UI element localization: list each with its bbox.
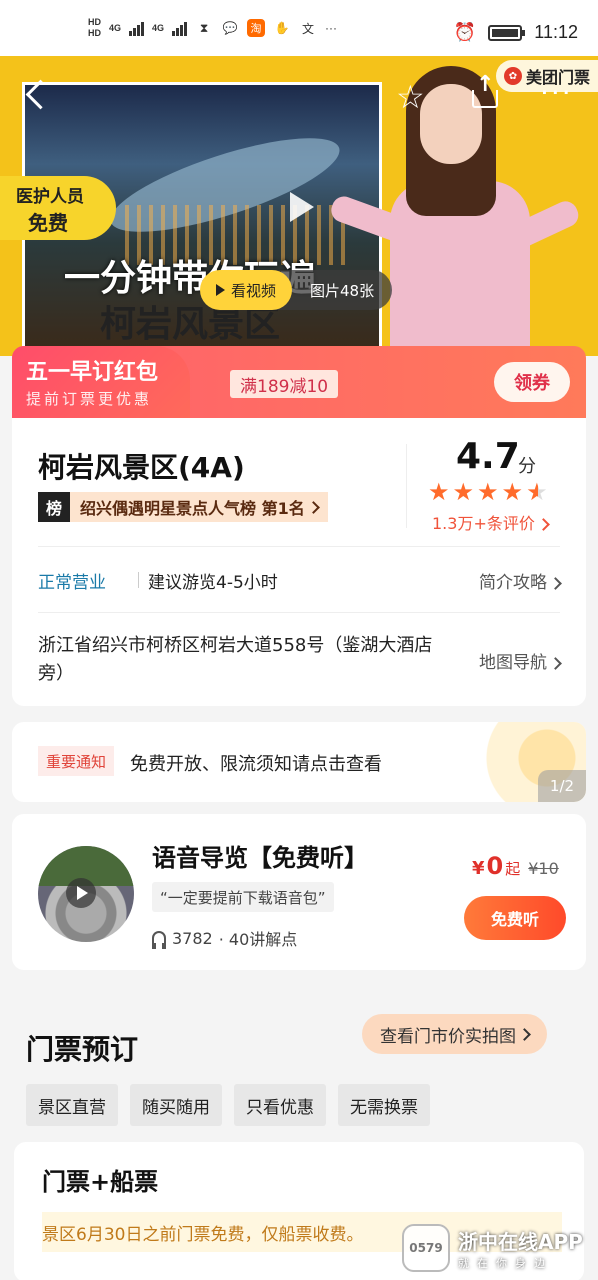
chat-icon: 💬 xyxy=(222,21,238,35)
back-button[interactable] xyxy=(22,78,52,108)
ranking-tag[interactable]: 榜 绍兴偶遇明星景点人气榜 第1名 xyxy=(38,492,328,522)
play-icon[interactable] xyxy=(290,192,314,222)
notice-text: 免费开放、限流须知请点击查看 xyxy=(130,754,382,775)
share-icon[interactable] xyxy=(470,72,500,108)
tickets-title: 门票预订 xyxy=(26,1033,139,1066)
favorite-star-icon[interactable]: ☆ xyxy=(396,78,425,116)
promo-title-block: 五一早订红包 提前订票更优惠 xyxy=(12,346,190,420)
watch-video-button[interactable]: 看视频 xyxy=(200,270,293,310)
audio-guide-stats: 3782 · 40讲解点 xyxy=(152,926,297,950)
chevron-right-icon xyxy=(306,500,320,514)
star-icon: ★ xyxy=(477,478,499,506)
claim-coupon-button[interactable]: 领券 xyxy=(494,362,570,402)
watermark: 0579 浙中在线APP 就在你身边 xyxy=(402,1216,598,1280)
audio-guide-title: 语音导览【免费听】 xyxy=(152,844,368,872)
network-4g-label: 4G xyxy=(109,23,122,33)
alarm-icon: ⏰ xyxy=(453,22,477,42)
coupon-badge: 满189减10 xyxy=(230,370,339,398)
clock: 11:12 xyxy=(534,22,578,42)
filter-chip[interactable]: 无需换票 xyxy=(338,1084,430,1126)
rating-score: 4.7 xyxy=(456,436,520,477)
chevron-right-icon xyxy=(518,1027,531,1041)
audio-guide-card[interactable]: 语音导览【免费听】 “一定要提前下载语音包” 3782 · 40讲解点 ¥ 0 … xyxy=(12,814,586,970)
spot-info-card: 柯岩风景区(4A) 榜 绍兴偶遇明星景点人气榜 第1名 4.7 分 ★ ★ ★ ★ ★ … xyxy=(12,418,586,706)
media-switcher: 看视频 图片48张 xyxy=(200,270,393,310)
notice-tag: 重要通知 xyxy=(38,746,115,776)
combo-title: 门票+船票 xyxy=(42,1168,159,1196)
headphones-icon xyxy=(152,931,166,949)
star-icon: ★ xyxy=(428,478,450,506)
more-notifications-icon: ··· xyxy=(325,21,338,35)
notice-page-indicator: 1/2 xyxy=(538,770,586,802)
hourglass-icon: ⧗ xyxy=(199,20,209,35)
battery-icon xyxy=(488,24,526,41)
play-icon[interactable] xyxy=(66,878,96,908)
hand-icon: ✋ xyxy=(274,21,290,35)
signal-icon xyxy=(129,20,145,36)
taobao-icon: 淘 xyxy=(247,19,266,37)
signal-icon-2 xyxy=(172,20,188,36)
rating-unit: 分 xyxy=(518,456,536,477)
address: 浙江省绍兴市柯桥区柯岩大道558号（鉴湖大酒店旁） xyxy=(38,635,433,684)
translate-icon: 文 xyxy=(302,21,315,36)
chevron-right-icon xyxy=(549,577,562,590)
network-4g-label-2: 4G xyxy=(152,23,165,33)
hero-banner[interactable]: 一分钟带你玩遍 柯岩风景区 ✿ 美团门票 ☆ ··· 医护人员 免费 看视频 图… xyxy=(0,56,598,356)
visit-duration: 建议游览4-5小时 xyxy=(148,573,278,593)
star-icon: ★ xyxy=(501,478,524,506)
map-navigation-link[interactable]: 地图导航 xyxy=(479,648,562,673)
price-photo-button[interactable]: 查看门市价实拍图 xyxy=(362,1014,547,1054)
promo-banner[interactable]: 五一早订红包 提前订票更优惠 满189减10 领券 xyxy=(12,346,586,420)
chevron-right-icon xyxy=(549,657,562,670)
filter-chip[interactable]: 景区直营 xyxy=(26,1084,118,1126)
play-triangle-icon xyxy=(216,284,225,296)
medic-free-badge: 医护人员 免费 xyxy=(0,176,116,240)
status-right: ⏰ 11:12 xyxy=(454,22,578,43)
audio-guide-price: ¥ 0 起 ¥10 xyxy=(472,852,559,880)
hd-indicator: HD HD xyxy=(88,17,101,38)
watermark-logo: 0579 xyxy=(402,1224,450,1272)
rating-stars: ★ ★ ★ ★ ★ xyxy=(428,480,548,504)
reviews-link[interactable]: 1.3万+条评价 xyxy=(432,510,550,534)
intro-guide-link[interactable]: 简介攻略 xyxy=(479,568,562,593)
chevron-right-icon xyxy=(536,518,550,531)
notice-card[interactable]: 重要通知 免费开放、限流须知请点击查看 1/2 xyxy=(12,722,586,802)
meituan-logo-icon: ✿ xyxy=(503,67,522,85)
audio-guide-quote: “一定要提前下载语音包” xyxy=(152,882,334,912)
filter-chip[interactable]: 只看优惠 xyxy=(234,1084,326,1126)
spot-name: 柯岩风景区(4A) xyxy=(38,451,245,484)
status-left: HD HD 4G 4G ⧗ 💬 淘 ✋ 文 ··· xyxy=(88,17,337,39)
ticket-filters: 景区直营 随买随用 只看优惠 无需换票 xyxy=(26,1084,430,1126)
free-listen-button[interactable]: 免费听 xyxy=(464,896,566,940)
open-status: 正常营业 xyxy=(38,573,106,593)
filter-chip[interactable]: 随买随用 xyxy=(130,1084,222,1126)
more-options-icon[interactable]: ··· xyxy=(540,76,573,109)
half-star-icon: ★ xyxy=(526,478,548,506)
star-icon: ★ xyxy=(452,478,475,506)
